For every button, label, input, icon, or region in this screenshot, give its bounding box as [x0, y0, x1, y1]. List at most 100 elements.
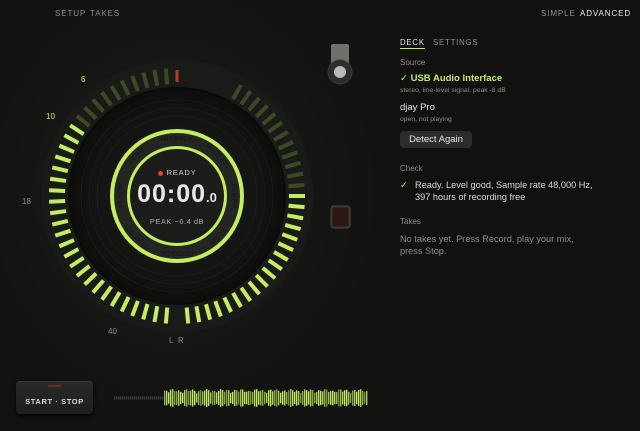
waveform-bar — [190, 390, 192, 406]
waveform-bar — [244, 391, 246, 405]
waveform-bar — [138, 396, 140, 400]
start-stop-label: START · STOP — [25, 397, 84, 406]
waveform-bar — [268, 390, 270, 406]
tab-settings[interactable]: SETTINGS — [433, 38, 478, 47]
source-app[interactable]: djay Pro — [400, 102, 435, 113]
meter-segment — [49, 199, 66, 204]
waveform-bar — [296, 390, 298, 406]
waveform-bar — [274, 390, 276, 406]
waveform-bar — [192, 389, 194, 407]
meter-segment — [49, 176, 67, 183]
waveform-bar — [330, 391, 332, 405]
waveform-bar — [322, 391, 324, 405]
waveform-bar — [328, 391, 330, 405]
waveform-bar — [292, 390, 294, 406]
status-ready: READY — [137, 168, 217, 177]
meter-segment — [163, 68, 170, 85]
waveform-bar — [194, 390, 196, 406]
waveform-bar — [288, 390, 290, 406]
waveform-bar — [152, 396, 154, 400]
nav-advanced[interactable]: ADVANCED — [580, 9, 631, 18]
waveform-bar — [314, 392, 316, 404]
waveform-bar — [180, 391, 182, 405]
waveform-bar — [176, 391, 178, 405]
waveform-bar — [356, 391, 358, 405]
takes-empty-line-1: No takes yet. Press Record, play your mi… — [400, 234, 574, 244]
label-ring-word: MIXBACK — [161, 249, 194, 256]
source-device-detail: stereo, line-level signal, peak -8 dB — [400, 87, 506, 94]
waveform-bar — [366, 390, 368, 406]
waveform-bar — [298, 391, 300, 405]
meter-segment — [194, 305, 202, 323]
waveform-bar — [170, 389, 172, 407]
source-device-name: USB Audio Interface — [410, 73, 503, 84]
waveform-bar — [156, 396, 158, 400]
waveform-bar — [312, 390, 314, 406]
waveform-bar — [124, 396, 126, 400]
scale-label-10: 10 — [46, 112, 55, 121]
waveform-bar — [216, 392, 218, 404]
waveform-bar — [276, 389, 278, 407]
waveform-bar — [148, 396, 150, 400]
meter-segment — [152, 69, 160, 87]
waveform-bar — [318, 390, 320, 406]
waveform-bar — [260, 390, 262, 406]
waveform-bar — [364, 392, 366, 404]
check-line-1: Ready. Level good, Sample rate 48,000 Hz… — [415, 180, 593, 190]
tab-deck[interactable]: DECK — [400, 38, 425, 49]
waveform-bar — [302, 391, 304, 405]
source-device[interactable]: ✓ USB Audio Interface — [400, 73, 502, 84]
waveform-bar — [242, 389, 244, 407]
scale-label-18: 18 — [22, 197, 31, 206]
waveform-bar — [128, 396, 130, 400]
meter-segment — [288, 182, 305, 189]
detect-again-button[interactable]: Detect Again — [400, 131, 472, 148]
waveform-bar — [360, 389, 362, 407]
waveform-bar — [324, 389, 326, 407]
waveform-bar — [352, 390, 354, 406]
waveform-bar — [158, 396, 160, 400]
time-display: 00:00.0 — [122, 180, 232, 209]
record-led — [48, 385, 61, 387]
waveform-bar — [202, 391, 204, 405]
waveform-bar — [278, 390, 280, 406]
waveform-bar — [336, 392, 338, 404]
meter-segment — [286, 213, 304, 221]
waveform-bar — [316, 391, 318, 405]
start-stop-button[interactable]: START · STOP — [16, 381, 93, 414]
peak-readout: PEAK −6.4 dB — [149, 217, 205, 226]
waveform-bar — [184, 390, 186, 406]
waveform-bar — [130, 396, 132, 400]
takes-empty-line-2: press Stop. — [400, 246, 447, 256]
waveform-bar — [150, 396, 152, 400]
waveform-bar — [146, 396, 148, 400]
record-dot-icon — [157, 170, 163, 176]
waveform-bar — [234, 389, 236, 407]
waveform-bar — [126, 396, 128, 400]
waveform-bar — [332, 390, 334, 406]
waveform-bar — [144, 396, 146, 400]
waveform-bar — [248, 390, 250, 406]
waveform-bar — [214, 391, 216, 405]
waveform-bar — [338, 389, 340, 407]
nav-simple[interactable]: SIMPLE — [541, 9, 576, 18]
checkmark-icon: ✓ — [400, 73, 408, 84]
waveform-bar — [256, 389, 258, 407]
waveform-bar — [218, 390, 220, 406]
channel-label-right: R — [178, 336, 184, 345]
waveform-bar — [164, 390, 166, 406]
waveform-bar — [304, 389, 306, 407]
waveform-bar — [120, 396, 122, 400]
waveform-bar — [358, 389, 360, 407]
waveform-bar — [346, 389, 348, 407]
meter-segment — [163, 307, 170, 324]
waveform-bar — [266, 393, 268, 403]
waveform-bar — [142, 396, 144, 400]
scale-label-6: 6 — [81, 75, 86, 84]
meter-segment — [49, 188, 66, 193]
waveform-bar — [252, 392, 254, 404]
waveform-bar — [270, 389, 272, 407]
waveform-bar — [254, 389, 256, 407]
waveform-bar — [226, 389, 228, 407]
meter-segment — [286, 171, 304, 179]
